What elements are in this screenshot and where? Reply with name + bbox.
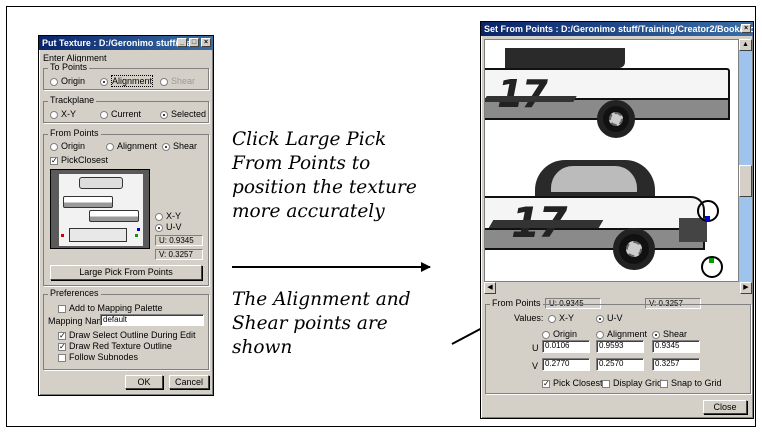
alignment-point-marker: [135, 234, 138, 237]
scroll-right-arrow[interactable]: ▶: [740, 282, 752, 294]
u-origin-field[interactable]: 0.0106: [542, 340, 590, 353]
add-to-palette-checkbox[interactable]: Add to Mapping Palette: [58, 303, 163, 313]
caption-bottom-line-3: shown: [232, 337, 293, 358]
shear-point-marker: [137, 228, 140, 231]
snap-to-grid-checkbox[interactable]: Snap to Grid: [660, 378, 722, 388]
car-thumb-side-1: [63, 196, 113, 208]
car-top-number: 17: [497, 72, 548, 116]
texture-viewport[interactable]: 17 17: [484, 39, 739, 282]
cancel-button[interactable]: Cancel: [169, 375, 209, 389]
close-icon[interactable]: ×: [741, 24, 751, 33]
horizontal-scrollbar[interactable]: ◀ ▶: [484, 282, 752, 294]
from-shear-radio[interactable]: Shear: [162, 141, 197, 151]
to-origin-radio[interactable]: Origin: [50, 76, 85, 86]
values-label: Values:: [514, 313, 544, 323]
xy-radio[interactable]: X-Y: [155, 211, 181, 221]
caption-top: Click Large Pick From Points to position…: [232, 128, 417, 224]
ok-button[interactable]: OK: [125, 375, 163, 389]
follow-subnodes-checkbox[interactable]: Follow Subnodes: [58, 352, 138, 362]
scroll-thumb[interactable]: [739, 165, 752, 197]
caption-top-line-2: From Points to: [232, 153, 371, 174]
maximize-button[interactable]: □: [189, 38, 199, 47]
large-pick-from-points-button[interactable]: Large Pick From Points: [50, 265, 202, 280]
u-alignment-field[interactable]: 0.9593: [596, 340, 644, 353]
right-from-points-group: From Points Values: X-Y U-V Origin Align…: [485, 298, 751, 394]
caption-top-line-4: more accurately: [232, 201, 385, 222]
preferences-group: Preferences Add to Mapping Palette Mappi…: [43, 288, 209, 370]
scroll-left-arrow[interactable]: ◀: [484, 282, 496, 294]
from-origin-radio[interactable]: Origin: [50, 141, 85, 151]
preferences-label: Preferences: [48, 288, 101, 298]
origin-point-marker: [61, 234, 64, 237]
uv-radio[interactable]: U-V: [155, 222, 182, 232]
from-alignment-radio[interactable]: Alignment: [106, 141, 157, 151]
set-from-points-dialog: Set From Points : D:/Geronimo stuff/Trai…: [480, 21, 754, 419]
vertical-scrollbar[interactable]: ▲: [739, 39, 752, 282]
close-button[interactable]: Close: [703, 400, 747, 414]
plane-current-radio[interactable]: Current: [100, 109, 141, 119]
to-points-label: To Points: [48, 62, 90, 72]
put-texture-title: Put Texture : D:/Geronimo stuff/Tra...: [42, 38, 199, 48]
draw-select-outline-checkbox[interactable]: ✓ Draw Select Outline During Edit: [58, 330, 196, 340]
v-origin-field[interactable]: 0.2770: [542, 358, 590, 371]
u-readout: U: 0.9345: [155, 235, 203, 246]
to-alignment-radio[interactable]: Alignment: [100, 75, 154, 87]
u-shear-field[interactable]: 0.9345: [652, 340, 700, 353]
scroll-up-arrow[interactable]: ▲: [739, 39, 752, 51]
v-row-label: V: [532, 361, 539, 371]
draw-red-outline-checkbox[interactable]: ✓ Draw Red Texture Outline: [58, 341, 172, 351]
values-uv-radio[interactable]: U-V: [596, 313, 623, 323]
caption-bottom: The Alignment and Shear points are shown: [232, 288, 411, 360]
close-icon[interactable]: ×: [201, 38, 211, 47]
point-origin-radio[interactable]: Origin: [542, 329, 577, 339]
shear-point-dot[interactable]: [705, 216, 710, 221]
car-top-wheel: [597, 100, 635, 138]
v-alignment-field[interactable]: 0.2570: [596, 358, 644, 371]
display-grid-checkbox[interactable]: Display Grid: [602, 378, 662, 388]
from-points-group: From Points Origin Alignment Shear ✓ Pick…: [43, 128, 209, 286]
put-texture-dialog: Put Texture : D:/Geronimo stuff/Tra... _…: [38, 35, 214, 396]
put-texture-titlebar[interactable]: Put Texture : D:/Geronimo stuff/Tra... _…: [39, 36, 213, 50]
car-thumb-side-2: [89, 210, 139, 222]
caption-top-line-1: Click Large Pick: [232, 129, 387, 150]
trackplane-label: Trackplane: [48, 95, 97, 105]
point-alignment-radio[interactable]: Alignment: [596, 329, 647, 339]
to-shear-radio[interactable]: Shear: [160, 76, 195, 86]
caption-top-line-3: position the texture: [232, 177, 417, 198]
caption-bottom-line-1: The Alignment and: [232, 289, 411, 310]
pick-closest-checkbox[interactable]: ✓ PickClosest: [50, 155, 108, 165]
car-thumb-top: [79, 177, 123, 189]
point-shear-radio[interactable]: Shear: [652, 329, 687, 339]
v-shear-field[interactable]: 0.3257: [652, 358, 700, 371]
plane-selected-radio[interactable]: Selected: [160, 109, 206, 119]
plane-xy-radio[interactable]: X-Y: [50, 109, 76, 119]
v-readout: V: 0.3257: [155, 249, 203, 260]
texture-preview[interactable]: [50, 169, 150, 249]
trackplane-group: Trackplane X-Y Current Selected: [43, 95, 209, 123]
set-from-points-title: Set From Points : D:/Geronimo stuff/Trai…: [484, 24, 753, 34]
pick-closest-checkbox-right[interactable]: ✓ Pick Closest: [542, 378, 603, 388]
right-from-points-label: From Points: [490, 298, 543, 308]
set-from-points-titlebar[interactable]: Set From Points : D:/Geronimo stuff/Trai…: [481, 22, 753, 36]
minimize-button[interactable]: _: [177, 38, 187, 47]
car-bottom-wheel: [613, 228, 655, 270]
u-row-label: U: [532, 343, 539, 353]
to-points-group: To Points Origin Alignment Shear: [43, 62, 209, 90]
alignment-point-dot[interactable]: [709, 258, 714, 263]
car-top: 17: [485, 48, 735, 138]
values-xy-radio[interactable]: X-Y: [548, 313, 574, 323]
caption-bottom-line-2: Shear points are: [232, 313, 388, 334]
car-thumb-front: [69, 228, 127, 242]
mapping-name-input[interactable]: default: [100, 314, 204, 326]
from-points-label: From Points: [48, 128, 101, 138]
